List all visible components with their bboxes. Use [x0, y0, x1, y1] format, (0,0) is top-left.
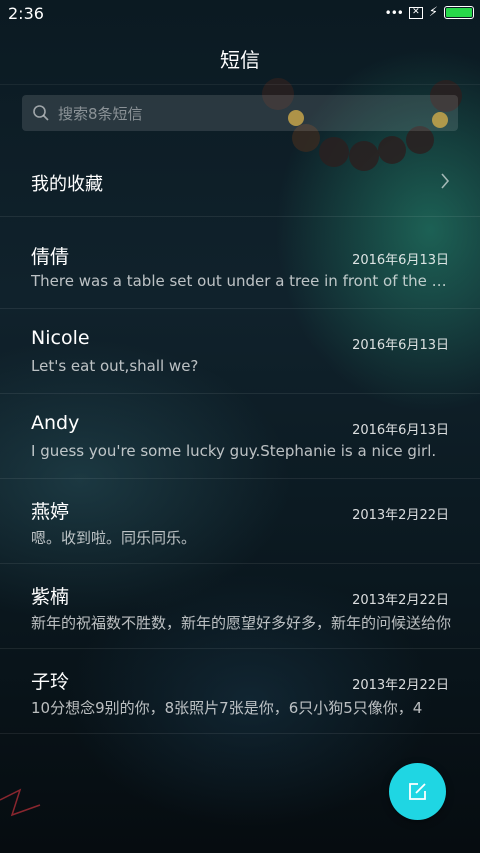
- no-sim-icon: ✕: [408, 6, 423, 19]
- favorites-row[interactable]: 我的收藏: [0, 150, 480, 217]
- status-bar: 2:36 ••• ✕ ⚡: [0, 0, 480, 28]
- search-icon: [33, 105, 49, 121]
- message-preview: Let's eat out,shall we?: [31, 357, 199, 375]
- search-placeholder: 搜索8条短信: [58, 105, 143, 123]
- page-title: 短信: [220, 48, 260, 72]
- message-date: 2013年2月22日: [352, 508, 449, 523]
- status-time: 2:36: [8, 4, 44, 23]
- message-preview: 嗯。收到啦。同乐同乐。: [31, 529, 197, 547]
- conversation-item[interactable]: 紫楠 2013年2月22日 新年的祝福数不胜数，新年的愿望好多好多，新年的问候送…: [0, 564, 480, 649]
- message-preview: 10分想念9别的你，8张照片7张是你，6只小狗5只像你，4: [31, 699, 423, 717]
- compose-button[interactable]: [389, 763, 446, 820]
- contact-name: 倩倩: [31, 246, 70, 268]
- message-preview: I guess you're some lucky guy.Stephanie …: [31, 442, 437, 460]
- message-preview: 新年的祝福数不胜数，新年的愿望好多好多，新年的问候送给你: [31, 614, 451, 632]
- conversation-item[interactable]: 子玲 2013年2月22日 10分想念9别的你，8张照片7张是你，6只小狗5只像…: [0, 649, 480, 734]
- favorites-label: 我的收藏: [31, 174, 103, 195]
- contact-name: 子玲: [31, 671, 70, 693]
- conversation-item[interactable]: Nicole 2016年6月13日 Let's eat out,shall we…: [0, 309, 480, 394]
- conversation-item[interactable]: Andy 2016年6月13日 I guess you're some luck…: [0, 394, 480, 479]
- battery-icon: [444, 6, 474, 19]
- message-preview: There was a table set out under a tree i…: [31, 272, 451, 290]
- chevron-right-icon: [441, 173, 450, 189]
- conversation-item[interactable]: 倩倩 2016年6月13日 There was a table set out …: [0, 224, 480, 309]
- message-date: 2016年6月13日: [352, 338, 449, 353]
- signal-dots-icon: •••: [384, 5, 404, 20]
- message-date: 2013年2月22日: [352, 678, 449, 693]
- title-bar: 短信: [0, 28, 480, 85]
- contact-name: 紫楠: [31, 586, 70, 608]
- conversation-item[interactable]: 燕婷 2013年2月22日 嗯。收到啦。同乐同乐。: [0, 479, 480, 564]
- contact-name: Andy: [31, 412, 80, 434]
- compose-icon: [409, 783, 426, 800]
- charging-icon: ⚡: [428, 5, 438, 20]
- message-date: 2016年6月13日: [352, 253, 449, 268]
- contact-name: 燕婷: [31, 501, 70, 523]
- search-input[interactable]: 搜索8条短信: [22, 95, 458, 131]
- message-date: 2016年6月13日: [352, 423, 449, 438]
- status-icons: ••• ✕ ⚡: [385, 5, 474, 20]
- conversation-list: 倩倩 2016年6月13日 There was a table set out …: [0, 224, 480, 734]
- message-date: 2013年2月22日: [352, 593, 449, 608]
- contact-name: Nicole: [31, 327, 90, 349]
